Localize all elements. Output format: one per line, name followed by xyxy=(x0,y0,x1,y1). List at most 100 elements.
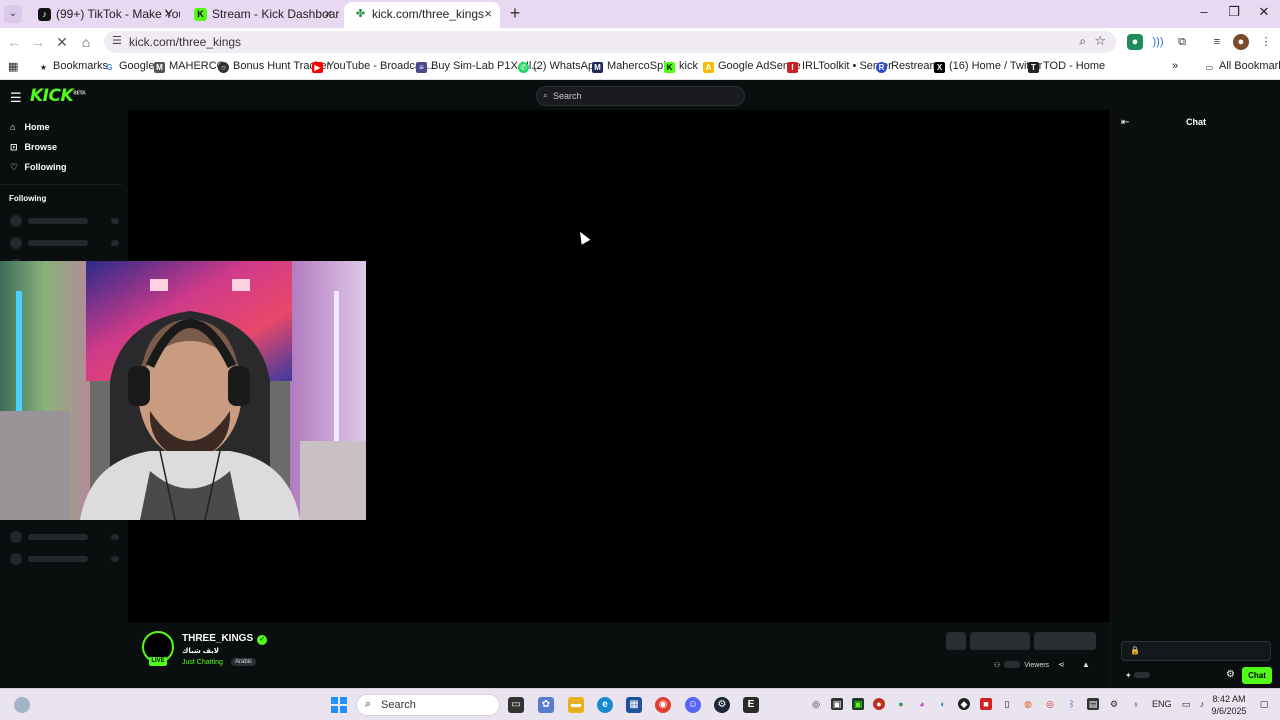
chrome-icon[interactable]: ◉ xyxy=(655,697,671,713)
bookmark-item[interactable]: A Google AdSense xyxy=(703,60,801,73)
search-input[interactable]: ⌕ Search xyxy=(536,86,745,106)
tray-app-icon[interactable]: ◐ xyxy=(937,698,949,710)
bookmark-item[interactable]: ★ Bookmarks xyxy=(38,60,108,73)
bookmark-item[interactable]: ✆ (2) WhatsApp xyxy=(518,60,600,73)
epic-games-icon[interactable]: E xyxy=(743,697,759,713)
following-heading: Following xyxy=(9,194,47,203)
tray-app-icon[interactable]: ▤ xyxy=(1087,698,1099,710)
sidebar-item-home[interactable]: ⌂ Home xyxy=(10,122,50,132)
taskbar-search[interactable]: ⌕ Search xyxy=(356,694,500,716)
store-icon[interactable]: ▦ xyxy=(626,697,642,713)
stop-loading-icon[interactable]: ✕ xyxy=(52,33,72,51)
more-bookmarks-icon[interactable]: » xyxy=(1172,60,1178,72)
chat-send-button[interactable]: Chat xyxy=(1242,667,1272,684)
report-icon[interactable]: ▲ xyxy=(1082,660,1090,669)
steam-tray-icon[interactable]: ⚙ xyxy=(1108,698,1120,710)
bookmark-item[interactable]: G Google xyxy=(104,60,154,73)
stream-tag[interactable]: Arabic xyxy=(231,658,257,666)
chat-settings-icon[interactable]: ⚙ xyxy=(1226,669,1235,680)
new-tab-icon[interactable]: + xyxy=(504,3,526,25)
home-icon[interactable]: ⌂ xyxy=(76,33,96,51)
extensions-puzzle-icon[interactable]: ⧉ xyxy=(1174,34,1190,50)
tray-app-icon[interactable]: ■ xyxy=(980,698,992,710)
back-icon[interactable]: ← xyxy=(4,33,24,51)
tray-app-icon[interactable]: ● xyxy=(895,698,907,710)
weather-icon[interactable] xyxy=(14,697,30,713)
chat-emote-icon[interactable]: ✦ xyxy=(1125,671,1150,680)
share-icon[interactable]: ⋖ xyxy=(1058,660,1065,669)
bookmark-item[interactable]: Kkick xyxy=(664,60,698,73)
adsense-icon: A xyxy=(703,62,714,73)
file-explorer-icon[interactable]: ▬ xyxy=(568,697,584,713)
close-tab-icon[interactable]: × xyxy=(484,2,492,26)
zoom-icon[interactable]: ⌕ xyxy=(1079,34,1086,49)
audio-extension-icon[interactable]: ))) xyxy=(1150,34,1166,50)
subscribe-button-placeholder[interactable] xyxy=(1034,632,1096,650)
maherco-icon: M xyxy=(154,62,165,73)
kick-logo[interactable]: KICKBETA xyxy=(30,86,86,106)
tray-app-icon[interactable]: ● xyxy=(873,698,885,710)
system-clock[interactable]: 8:42 AM 9/6/2025 xyxy=(1206,693,1252,717)
restore-icon[interactable]: ❐ xyxy=(1222,4,1246,20)
tray-app-icon[interactable]: ◎ xyxy=(1044,698,1056,710)
task-view-icon[interactable]: ▭ xyxy=(508,697,524,713)
search-icon: ⌕ xyxy=(543,90,549,100)
tray-app-icon[interactable]: ▯ xyxy=(1001,698,1013,710)
tray-app-icon[interactable]: ◎ xyxy=(810,698,822,710)
close-window-icon[interactable]: ✕ xyxy=(1252,4,1276,20)
channel-name[interactable]: THREE_KINGS ✓ xyxy=(182,633,268,645)
site-settings-icon[interactable]: ☰ xyxy=(112,34,122,47)
address-bar[interactable]: ☰ kick.com/three_kings ⌕ ☆ xyxy=(104,31,1116,53)
minimize-icon[interactable]: – xyxy=(1192,4,1216,19)
close-tab-icon[interactable]: × xyxy=(324,2,332,26)
notifications-icon[interactable]: ▢ xyxy=(1258,698,1270,710)
bookmark-star-icon[interactable]: ☆ xyxy=(1094,33,1106,49)
chat-input[interactable]: 🔒 xyxy=(1121,641,1271,661)
stream-category[interactable]: Just Chatting xyxy=(182,659,223,666)
search-placeholder: Search xyxy=(553,91,582,101)
tray-app-icon[interactable]: ▣ xyxy=(852,698,864,710)
sidebar-item-following[interactable]: ♡ Following xyxy=(10,162,67,173)
copilot-icon[interactable]: ✿ xyxy=(538,697,554,713)
browser-menu-icon[interactable]: ⋮ xyxy=(1258,34,1274,50)
bookmark-item[interactable]: R Restream xyxy=(876,60,939,73)
stream-info: LIVE THREE_KINGS ✓ لايف شباك Just Chattin… xyxy=(142,631,1102,686)
apps-grid-icon[interactable]: ▦ xyxy=(8,60,18,73)
tab-kick-dashboard[interactable]: K Stream - Kick Dashboard × xyxy=(184,2,340,28)
language-indicator[interactable]: ENG xyxy=(1152,699,1172,709)
bluetooth-icon[interactable]: ᛒ xyxy=(1066,698,1078,710)
close-tab-icon[interactable]: × xyxy=(164,2,172,26)
tab-tiktok[interactable]: ♪ (99+) TikTok - Make Your Day × xyxy=(28,2,180,28)
menu-icon[interactable]: ☰ xyxy=(10,90,22,106)
discord-icon[interactable]: ☺ xyxy=(685,697,701,713)
tab-title: (99+) TikTok - Make Your Day xyxy=(56,7,180,21)
google-icon: G xyxy=(106,63,113,72)
steam-icon[interactable]: ⚙ xyxy=(714,697,730,713)
network-icon[interactable]: ▭ xyxy=(1180,698,1192,710)
tab-search-chevron-icon[interactable]: ⌄ xyxy=(4,5,22,23)
action-button-placeholder[interactable] xyxy=(946,632,966,650)
bookmark-item[interactable]: T TOD - Home xyxy=(1028,60,1105,73)
tray-app-icon[interactable]: ◆ xyxy=(958,698,970,710)
bookmark-item[interactable]: M MahercoSpin xyxy=(592,60,672,73)
follow-button-placeholder[interactable] xyxy=(970,632,1030,650)
sidebar-item-browse[interactable]: ⊡ Browse xyxy=(10,142,57,153)
bookmark-item[interactable]: X (16) Home / Twitter xyxy=(934,60,1042,73)
media-controls-icon[interactable]: ≡ xyxy=(1209,34,1225,50)
streamer-webcam-image xyxy=(0,261,366,520)
tray-app-icon[interactable]: ◍ xyxy=(1022,698,1034,710)
edge-icon[interactable]: e xyxy=(597,697,613,713)
browse-icon: ⊡ xyxy=(10,142,18,152)
tray-app-icon[interactable]: ◕ xyxy=(916,698,928,710)
microphone-icon[interactable]: ♁ xyxy=(1130,698,1142,710)
search-icon: ⌕ xyxy=(365,698,372,710)
forward-icon[interactable]: → xyxy=(28,33,48,51)
all-bookmarks[interactable]: ▭All Bookmarks xyxy=(1204,60,1280,73)
windows-start-icon[interactable] xyxy=(331,697,347,713)
profile-avatar[interactable]: ● xyxy=(1233,34,1249,50)
extension-icon[interactable]: ● xyxy=(1127,34,1143,50)
bookmark-item[interactable]: M MAHERCO xyxy=(154,60,225,73)
tray-app-icon[interactable]: ▣ xyxy=(831,698,843,710)
browser-tab-bar: ⌄ ♪ (99+) TikTok - Make Your Day × K Str… xyxy=(0,0,1280,28)
tab-kick-three-kings[interactable]: ✤ kick.com/three_kings × xyxy=(344,2,500,28)
